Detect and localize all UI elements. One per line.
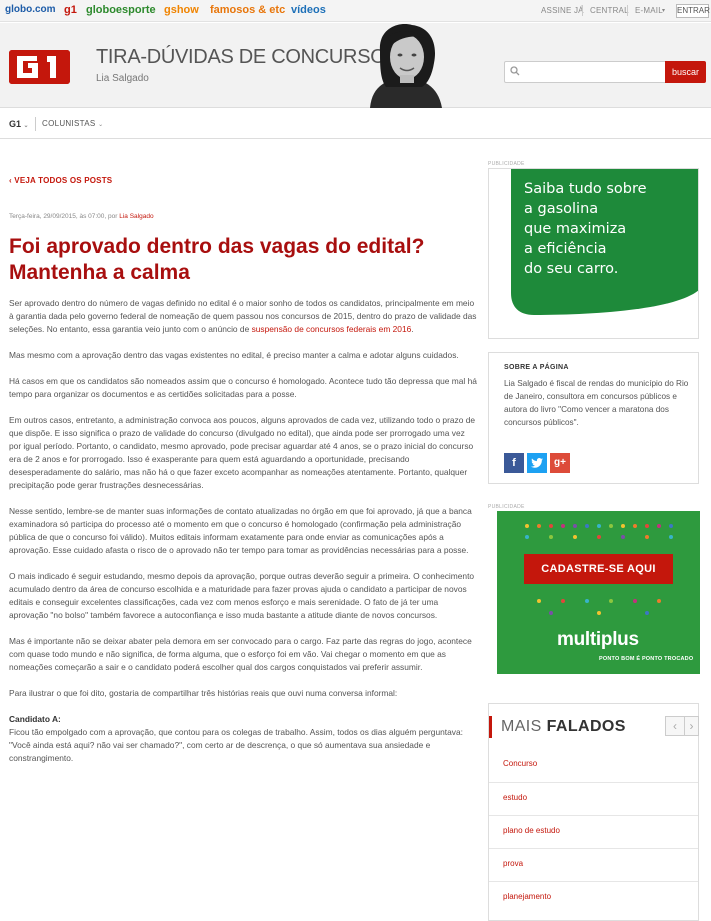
search-button[interactable]: buscar: [665, 61, 706, 83]
next-arrow-icon[interactable]: ›: [685, 716, 699, 736]
list-item[interactable]: estudo: [489, 782, 698, 815]
ad-banner-gasolina[interactable]: Saiba tudo sobre a gasolina que maximiza…: [488, 168, 699, 339]
g1-logo-icon: [9, 50, 70, 84]
post-meta: Terça-feira, 29/09/2015, às 07:00, por L…: [9, 213, 154, 220]
post-body: Ser aprovado dentro do número de vagas d…: [9, 297, 477, 778]
paragraph: Ser aprovado dentro do número de vagas d…: [9, 298, 477, 334]
paragraph: Mas é importante não se deixar abater pe…: [9, 636, 472, 672]
meta-author-link[interactable]: Lia Salgado: [119, 213, 153, 220]
ad-text: Saiba tudo sobre a gasolina que maximiza…: [524, 181, 647, 277]
email-link[interactable]: E-MAIL: [635, 6, 663, 15]
mais-falados-box: MAIS FALADOS ‹ › Concurso estudo plano d…: [488, 703, 699, 921]
chevron-down-icon: ⌄: [23, 123, 29, 129]
globoesporte-link[interactable]: globoesporte: [86, 4, 156, 16]
back-to-posts-link[interactable]: ‹ VEJA TODOS OS POSTS: [9, 176, 112, 185]
twitter-icon[interactable]: [527, 453, 547, 473]
entrar-button[interactable]: ENTRAR: [676, 4, 710, 18]
famosos-link[interactable]: famosos & etc: [210, 4, 285, 16]
chevron-down-icon: ⌄: [98, 122, 104, 128]
prev-arrow-icon[interactable]: ‹: [665, 716, 685, 736]
paragraph: Para ilustrar o que foi dito, gostaria d…: [9, 688, 398, 698]
gshow-link[interactable]: gshow: [164, 4, 199, 16]
divider: [627, 5, 628, 16]
paragraph: Há casos em que os candidatos são nomead…: [9, 376, 477, 399]
central-link[interactable]: CENTRAL: [590, 6, 629, 15]
list-item[interactable]: planejamento: [489, 881, 698, 914]
search-input[interactable]: [504, 61, 666, 83]
google-plus-icon[interactable]: g+: [550, 453, 570, 473]
search-icon: [510, 66, 520, 76]
ad-label: PUBLICIDADE: [488, 161, 525, 167]
author-portrait: [350, 23, 460, 108]
mais-falados-list: Concurso estudo plano de estudo prova pl…: [489, 749, 698, 914]
blog-author: Lia Salgado: [96, 73, 149, 84]
divider: [35, 117, 36, 131]
ad-label: PUBLICIDADE: [488, 504, 525, 510]
g1-logo[interactable]: [9, 50, 70, 84]
videos-link[interactable]: vídeos: [291, 4, 326, 16]
inline-link[interactable]: suspensão de concursos federais em 2016: [252, 324, 412, 334]
about-page-box: SOBRE A PÁGINA Lia Salgado é fiscal de r…: [488, 352, 699, 484]
multiplus-logo: multiplus: [557, 629, 639, 650]
subheading: Candidato A:: [9, 714, 61, 724]
paragraph: O mais indicado é seguir estudando, mesm…: [9, 571, 475, 620]
list-item[interactable]: prova: [489, 848, 698, 881]
section-nav: G1 ⌄ COLUNISTAS ⌄: [0, 109, 711, 139]
globo-link[interactable]: globo.com: [5, 4, 56, 15]
about-description: Lia Salgado é fiscal de rendas do municí…: [504, 379, 689, 427]
mais-falados-heading: MAIS FALADOS: [501, 718, 626, 735]
paragraph: Em outros casos, entretanto, a administr…: [9, 415, 476, 490]
about-heading: SOBRE A PÁGINA: [504, 364, 569, 371]
list-item[interactable]: Concurso: [489, 749, 698, 782]
post-title: Foi aprovado dentro das vagas do edital?…: [9, 235, 425, 284]
divider: [582, 5, 583, 16]
paragraph: Mas mesmo com a aprovação dentro das vag…: [9, 350, 459, 360]
g1-link[interactable]: g1: [64, 4, 77, 16]
ad-banner-multiplus[interactable]: CADASTRE-SE AQUI multiplus PONTO BOM É P…: [497, 511, 700, 674]
chevron-down-icon[interactable]: ▾: [662, 7, 665, 14]
blog-header: TIRA-DÚVIDAS DE CONCURSOS Lia Salgado bu…: [0, 23, 711, 108]
nav-colunistas-menu[interactable]: COLUNISTAS ⌄: [42, 119, 103, 128]
paragraph: Ficou tão empolgado com a aprovação, que…: [9, 727, 463, 763]
cadastre-button[interactable]: CADASTRE-SE AQUI: [524, 554, 673, 584]
assine-link[interactable]: ASSINE JÁ: [541, 6, 584, 15]
paragraph: Nesse sentido, lembre-se de manter suas …: [9, 506, 472, 555]
global-bar: globo.com g1 globoesporte gshow famosos …: [0, 0, 711, 22]
list-item[interactable]: plano de estudo: [489, 815, 698, 848]
accent-bar: [489, 716, 492, 738]
ad-slogan: PONTO BOM É PONTO TROCADO: [599, 656, 694, 662]
facebook-icon[interactable]: f: [504, 453, 524, 473]
nav-g1-menu[interactable]: G1 ⌄: [9, 119, 29, 129]
